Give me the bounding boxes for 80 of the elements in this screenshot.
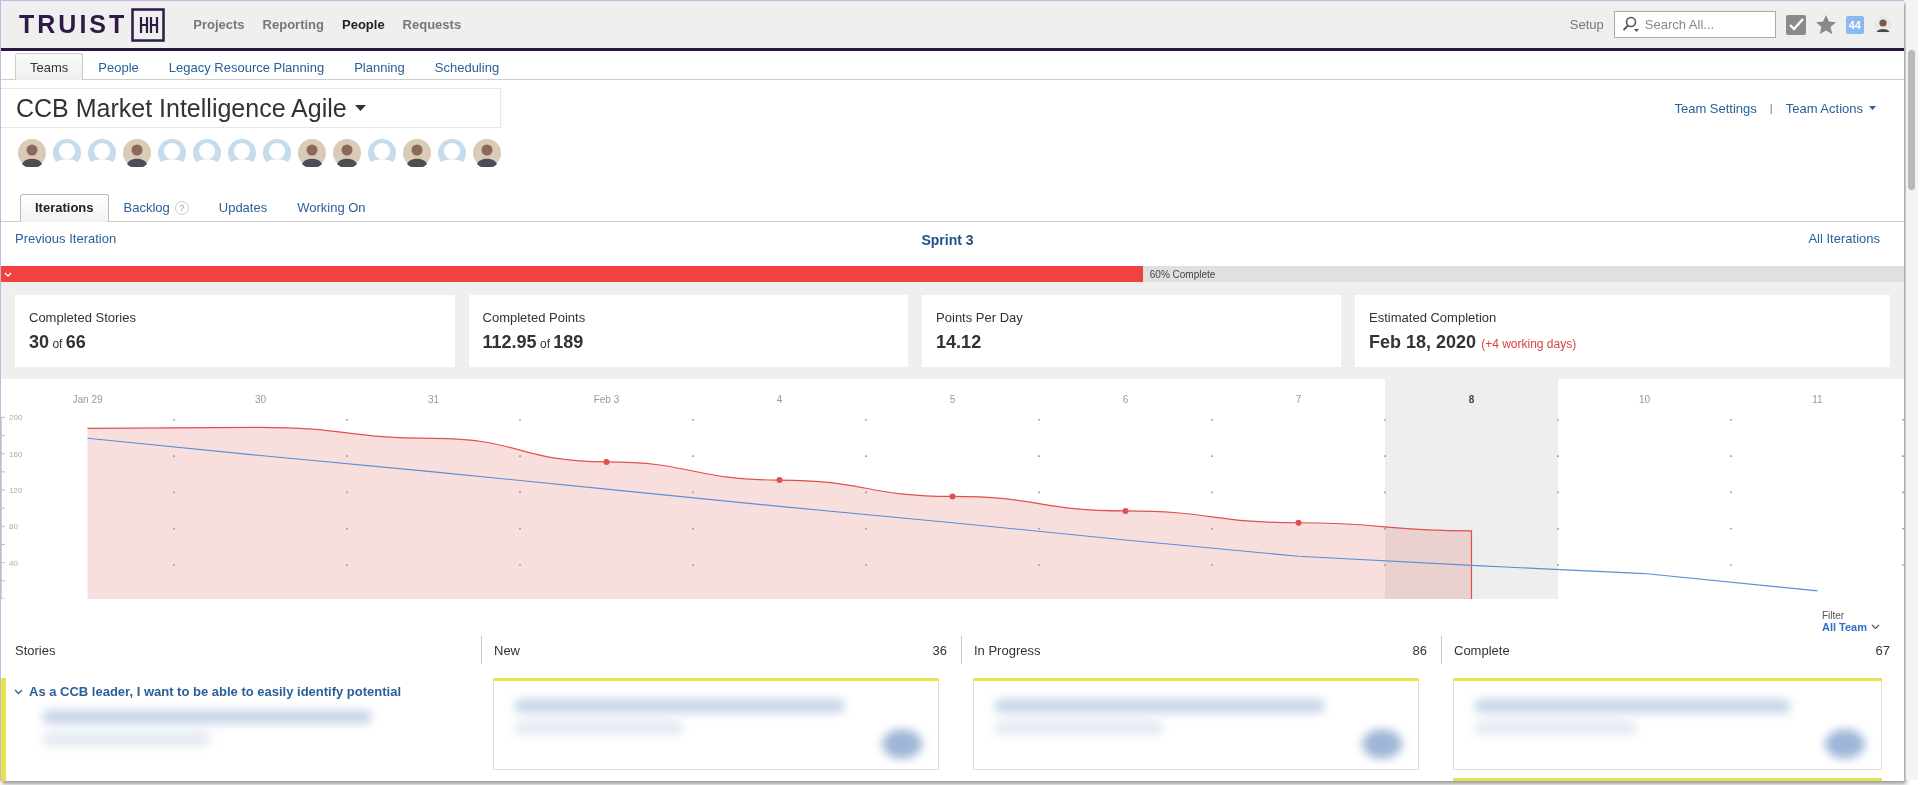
axis-label: Jan 29 bbox=[72, 394, 103, 405]
caret-icon bbox=[1869, 106, 1876, 110]
tab[interactable]: People bbox=[83, 53, 154, 80]
chevron-icon bbox=[1871, 624, 1880, 630]
data-point bbox=[776, 477, 783, 484]
search-field[interactable]: Search All... bbox=[1613, 11, 1776, 38]
data-point bbox=[1122, 507, 1129, 514]
axis-label: 11 bbox=[1812, 394, 1823, 405]
avatar[interactable] bbox=[123, 139, 151, 167]
progress-label: 60% Complete bbox=[1149, 268, 1216, 280]
filter-label: Filter bbox=[1821, 610, 1846, 621]
axis-label: 80 bbox=[9, 522, 18, 532]
checkbox-icon[interactable] bbox=[1785, 14, 1806, 35]
axis-label: 120 bbox=[9, 486, 23, 496]
team-actions-menu[interactable]: Team Actions bbox=[1785, 100, 1876, 116]
user-avatar[interactable] bbox=[1874, 15, 1892, 34]
avatar[interactable] bbox=[298, 139, 326, 167]
tab[interactable]: Legacy Resource Planning bbox=[153, 53, 340, 80]
axis-label: 10 bbox=[1638, 394, 1651, 405]
axis-label: 7 bbox=[1295, 394, 1302, 405]
avatar[interactable] bbox=[333, 139, 361, 167]
team-settings-link[interactable]: Team Settings bbox=[1674, 100, 1757, 116]
stat-label: Estimated Completion bbox=[1369, 310, 1498, 325]
logo-text[interactable]: TRUIST bbox=[19, 10, 128, 39]
axis-label: Feb 3 bbox=[593, 394, 620, 405]
data-point bbox=[1295, 519, 1302, 526]
star-icon[interactable] bbox=[1815, 15, 1836, 34]
avatar[interactable] bbox=[473, 139, 501, 167]
stat-value: 112.95 of 189 bbox=[482, 332, 584, 353]
tab[interactable]: Backlog ? bbox=[108, 194, 204, 222]
tab[interactable]: Scheduling bbox=[419, 53, 515, 80]
axis-label: 5 bbox=[949, 394, 956, 405]
axis-label: 8 bbox=[1468, 394, 1475, 405]
column-title: In Progress bbox=[974, 642, 1041, 658]
estimate-note: (+4 working days) bbox=[1481, 337, 1577, 351]
stat-label: Points Per Day bbox=[936, 310, 1024, 325]
axis-label: 40 bbox=[9, 558, 18, 568]
story-title-link[interactable]: As a CCB leader, I want to be able to easily identify potential bbox=[29, 684, 402, 699]
tab[interactable]: Updates bbox=[203, 194, 283, 222]
data-point bbox=[949, 493, 956, 500]
chevron-icon[interactable] bbox=[14, 688, 23, 695]
axis-label: 200 bbox=[9, 413, 23, 423]
all-iterations-link[interactable]: All Iterations bbox=[1680, 230, 1880, 246]
scrollbar-thumb[interactable] bbox=[1908, 50, 1915, 190]
column-title: Stories bbox=[15, 642, 56, 658]
stat-value: Feb 18, 2020 bbox=[1369, 332, 1477, 353]
data-point bbox=[603, 458, 610, 465]
nav-link[interactable]: Requests bbox=[402, 17, 462, 32]
stat-value: 14.12 bbox=[936, 332, 982, 353]
stat-value: 30 of 66 bbox=[29, 332, 86, 353]
team-selector[interactable]: CCB Market Intelligence Agile bbox=[1, 88, 501, 128]
axis-label: 160 bbox=[9, 449, 23, 459]
caret-icon bbox=[354, 105, 366, 111]
column-count: 67 bbox=[1875, 642, 1890, 658]
nav-link[interactable]: Projects bbox=[193, 17, 245, 32]
filter-dropdown[interactable]: All Team bbox=[1821, 621, 1880, 633]
tab[interactable]: Teams bbox=[15, 53, 84, 80]
column-count: 36 bbox=[932, 642, 947, 658]
nav-link[interactable]: People bbox=[342, 17, 385, 32]
column-title: New bbox=[494, 642, 520, 658]
setup-link[interactable]: Setup bbox=[1569, 17, 1604, 32]
logo-icon[interactable] bbox=[131, 7, 166, 42]
column-count: 86 bbox=[1412, 642, 1427, 658]
tab[interactable]: Working On bbox=[282, 194, 381, 222]
separator: | bbox=[1769, 102, 1773, 114]
axis-label: 30 bbox=[254, 394, 267, 405]
scrollbar[interactable] bbox=[1906, 0, 1918, 780]
iteration-title: Sprint 3 bbox=[921, 231, 974, 248]
tab[interactable]: Iterations bbox=[20, 194, 109, 222]
axis-label: 4 bbox=[776, 394, 783, 405]
axis-label: 31 bbox=[427, 394, 440, 405]
column-title: Complete bbox=[1454, 642, 1510, 658]
avatar[interactable] bbox=[18, 139, 46, 167]
stat-label: Completed Stories bbox=[29, 310, 137, 325]
axis-label: 6 bbox=[1122, 394, 1129, 405]
stat-label: Completed Points bbox=[482, 310, 587, 325]
avatar[interactable] bbox=[403, 139, 431, 167]
nav-link[interactable]: Reporting bbox=[262, 17, 324, 32]
previous-iteration-link[interactable]: Previous Iteration bbox=[15, 230, 215, 246]
tab[interactable]: Planning bbox=[339, 53, 420, 80]
